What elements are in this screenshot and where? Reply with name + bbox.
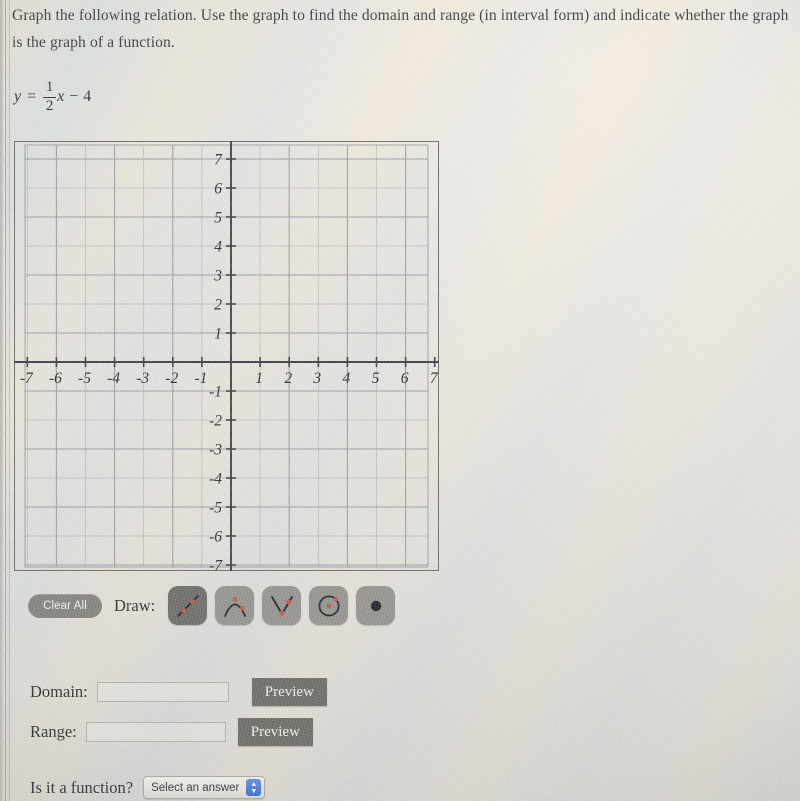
- is-function-select[interactable]: Select an answer ▲ ▼: [143, 776, 266, 799]
- clear-all-button[interactable]: Clear All: [28, 593, 102, 618]
- range-input[interactable]: [85, 722, 226, 742]
- is-function-select-value: Select an answer: [151, 781, 240, 794]
- y-axis-tick-label: 7: [214, 152, 223, 169]
- line-icon: [176, 594, 199, 617]
- absolute-value-tool-button[interactable]: [262, 586, 302, 625]
- draw-label: Draw:: [114, 595, 156, 615]
- equation-equals: =: [27, 88, 37, 106]
- equation-minus: −: [69, 88, 79, 106]
- domain-row: Domain: Preview: [30, 678, 327, 706]
- absolute-value-icon: [270, 595, 293, 616]
- y-axis-tick-label: -2: [209, 413, 222, 430]
- x-axis-tick-label: -5: [78, 370, 91, 387]
- y-axis-tick-label: -5: [209, 500, 222, 517]
- parabola-tool-button[interactable]: [215, 586, 255, 625]
- circle-icon: [318, 595, 340, 616]
- y-axis-tick-label: -7: [209, 558, 223, 572]
- chevron-down-glyph: ▼: [250, 786, 258, 795]
- domain-preview-button[interactable]: Preview: [251, 678, 327, 706]
- y-axis-tick-label: 4: [214, 239, 222, 256]
- y-axis-tick-label: 6: [214, 181, 222, 198]
- equation-constant: 4: [83, 88, 92, 106]
- range-row: Range: Preview: [30, 718, 313, 746]
- chevron-updown-icon[interactable]: ▲ ▼: [246, 779, 262, 796]
- x-axis-tick-label: 1: [255, 370, 263, 387]
- is-function-row: Is it a function? Select an answer ▲ ▼: [30, 776, 266, 799]
- y-axis-tick-label: -4: [209, 471, 222, 488]
- x-axis-tick-label: 4: [343, 370, 351, 387]
- line-tool-button[interactable]: [168, 586, 208, 625]
- x-axis-tick-label: -6: [49, 370, 62, 387]
- x-axis-tick-label: -4: [107, 370, 120, 387]
- x-axis-tick-label: 6: [401, 370, 409, 387]
- y-axis-tick-label: 5: [214, 210, 222, 227]
- draw-toolbar: Clear All Draw:: [28, 586, 403, 625]
- range-label: Range:: [30, 722, 77, 741]
- equation-variable: x: [57, 88, 65, 106]
- domain-label: Domain:: [30, 682, 88, 701]
- x-axis-tick-label: -7: [20, 370, 34, 387]
- y-axis-tick-label: 1: [214, 326, 222, 343]
- x-axis-tick-label: -3: [136, 370, 149, 387]
- equation-lhs: y: [14, 88, 22, 106]
- y-axis-tick-label: 3: [213, 268, 222, 285]
- x-axis-tick-label: -2: [165, 370, 178, 387]
- x-axis-tick-label: 2: [284, 370, 292, 387]
- range-preview-button[interactable]: Preview: [237, 718, 313, 746]
- fraction-numerator: 1: [45, 79, 54, 95]
- question-prompt: Graph the following relation. Use the gr…: [12, 7, 789, 51]
- circle-tool-button[interactable]: [309, 586, 349, 625]
- equation-display: y = 1 2 x − 4: [14, 79, 92, 115]
- y-axis-tick-label: 2: [214, 297, 222, 314]
- domain-input[interactable]: [96, 682, 229, 702]
- parabola-icon: [223, 596, 246, 617]
- y-axis-tick-label: -6: [209, 529, 222, 546]
- x-axis-tick-label: 7: [430, 370, 439, 387]
- dot-icon: [370, 600, 381, 611]
- x-axis-tick-label: -1: [194, 370, 207, 387]
- x-axis-tick-label: 3: [312, 370, 321, 387]
- fraction-denominator: 2: [45, 97, 54, 114]
- graph-canvas[interactable]: -7 -6 -5 -4 -3 -2 -1 1 2 3 4 5 6 7 7 6 5 4 3 2 1 -1 -2 -3 -4 -5 -6…: [14, 141, 439, 571]
- point-tool-button[interactable]: [356, 586, 396, 625]
- x-axis-tick-label: 5: [372, 370, 380, 387]
- coordinate-plane-graph[interactable]: -7 -6 -5 -4 -3 -2 -1 1 2 3 4 5 6 7 7 6 5 4 3 2 1 -1 -2 -3 -4 -5 -6…: [14, 141, 439, 571]
- equation-fraction: 1 2: [43, 79, 57, 115]
- y-axis-tick-label: -3: [209, 442, 222, 459]
- y-axis-tick-label: -1: [209, 384, 222, 401]
- is-function-label: Is it a function?: [30, 777, 134, 797]
